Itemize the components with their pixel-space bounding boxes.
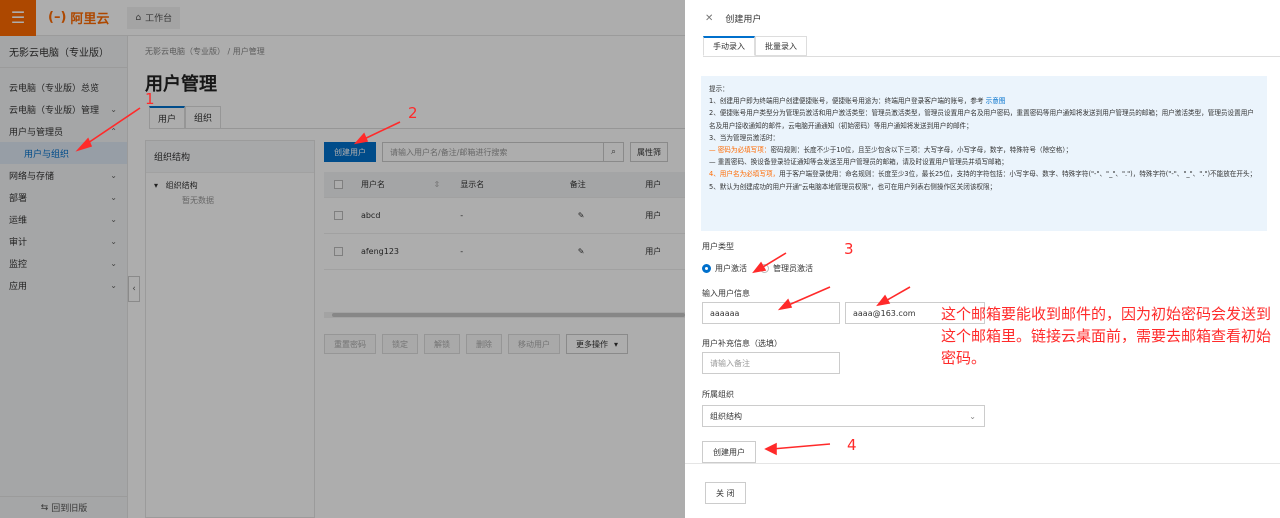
radio-admin-activation[interactable]: 管理员激活 [760, 263, 813, 274]
tips-highlight: — 密码为必填写项： [709, 146, 771, 155]
org-label: 所属组织 [702, 390, 734, 399]
diagram-link[interactable]: 示意图 [986, 97, 1006, 105]
remark-input[interactable]: 请输入备注 [702, 352, 840, 374]
tips-text: 密码规则：长度不少于10位，且至少包含以下三项：大写字母，小写字母，数字，特殊符… [770, 146, 1073, 155]
tips-line-6: 4、用户名为必填写项，用于客户端登录使用：命名规则：长度至少3位，最长25位，支… [709, 168, 1259, 180]
radio-label: 管理员激活 [773, 264, 813, 273]
footer-divider [685, 463, 1280, 464]
tab-batch-entry[interactable]: 批量录入 [755, 36, 807, 56]
create-user-submit-button[interactable]: 创建用户 [702, 441, 756, 463]
org-select[interactable]: 组织结构 ⌄ [702, 405, 985, 427]
tips-line-2: 2、便捷账号用户类型分为管理员激活和用户激活类型：管理员激活类型，管理员设置用户… [709, 109, 1254, 130]
drawer-header: ✕ 创建用户 [685, 0, 1280, 36]
chevron-down-icon: ⌄ [969, 411, 976, 421]
tips-line-1: 1、创建用户即为终端用户创建便捷账号，便捷账号用途为：终端用户登录客户端的账号，… [709, 95, 1259, 107]
close-icon[interactable]: ✕ [705, 13, 713, 24]
drawer-tabs: 手动录入 批量录入 [703, 36, 807, 56]
tips-box: 提示： 1、创建用户即为终端用户创建便捷账号，便捷账号用途为：终端用户登录客户端… [701, 76, 1267, 231]
tips-line-3: 3、当为管理员激活时： [709, 133, 780, 142]
annotation-number-4: 4 [847, 436, 857, 454]
radio-button[interactable] [760, 264, 769, 273]
radio-label: 用户激活 [715, 264, 747, 273]
extra-info-label: 用户补充信息（选填） [702, 339, 782, 348]
org-select-value: 组织结构 [710, 411, 742, 421]
radio-button-selected[interactable] [702, 264, 711, 273]
tab-manual-entry[interactable]: 手动录入 [703, 36, 755, 56]
create-user-drawer: ✕ 创建用户 手动录入 批量录入 提示： 1、创建用户即为终端用户创建便捷账号，… [685, 0, 1280, 518]
modal-backdrop[interactable] [0, 0, 685, 518]
tips-line-4: — 密码为必填写项：密码规则：长度不少于10位，且至少包含以下三项：大写字母，小… [709, 144, 1259, 156]
tab-divider [703, 56, 1280, 57]
drawer-title: 创建用户 [725, 14, 762, 25]
tips-line-7: 5、默认为创建成功的用户开通"云电脑本地管理员权限"，也可在用户列表右侧操作区关… [709, 182, 997, 191]
username-field[interactable]: aaaaaa [702, 302, 840, 324]
close-drawer-button[interactable]: 关 闭 [705, 482, 746, 504]
tips-heading: 提示： [709, 85, 729, 93]
tips-text: 1、创建用户即为终端用户创建便捷账号，便捷账号用途为：终端用户登录客户端的账号，… [709, 97, 984, 106]
radio-user-activation[interactable]: 用户激活 [702, 263, 747, 274]
tips-text: 用于客户端登录使用：命名规则：长度至少3位，最长25位，支持的字符包括：小写字母… [779, 170, 1257, 179]
user-info-label: 输入用户信息 [702, 289, 750, 298]
user-type-label: 用户类型 [702, 242, 734, 251]
annotation-number-3: 3 [844, 240, 854, 258]
tips-line-5: — 重置密码、换设备登录验证通知等会发送至用户管理员的邮箱，请及时设置用户管理员… [709, 158, 1008, 167]
annotation-note: 这个邮箱要能收到邮件的，因为初始密码会发送到这个邮箱里。链接云桌面前，需要去邮箱… [941, 305, 1272, 367]
annotation-number-2: 2 [408, 104, 418, 122]
tips-highlight: 4、用户名为必填写项， [709, 170, 780, 179]
annotation-number-1: 1 [145, 90, 155, 108]
